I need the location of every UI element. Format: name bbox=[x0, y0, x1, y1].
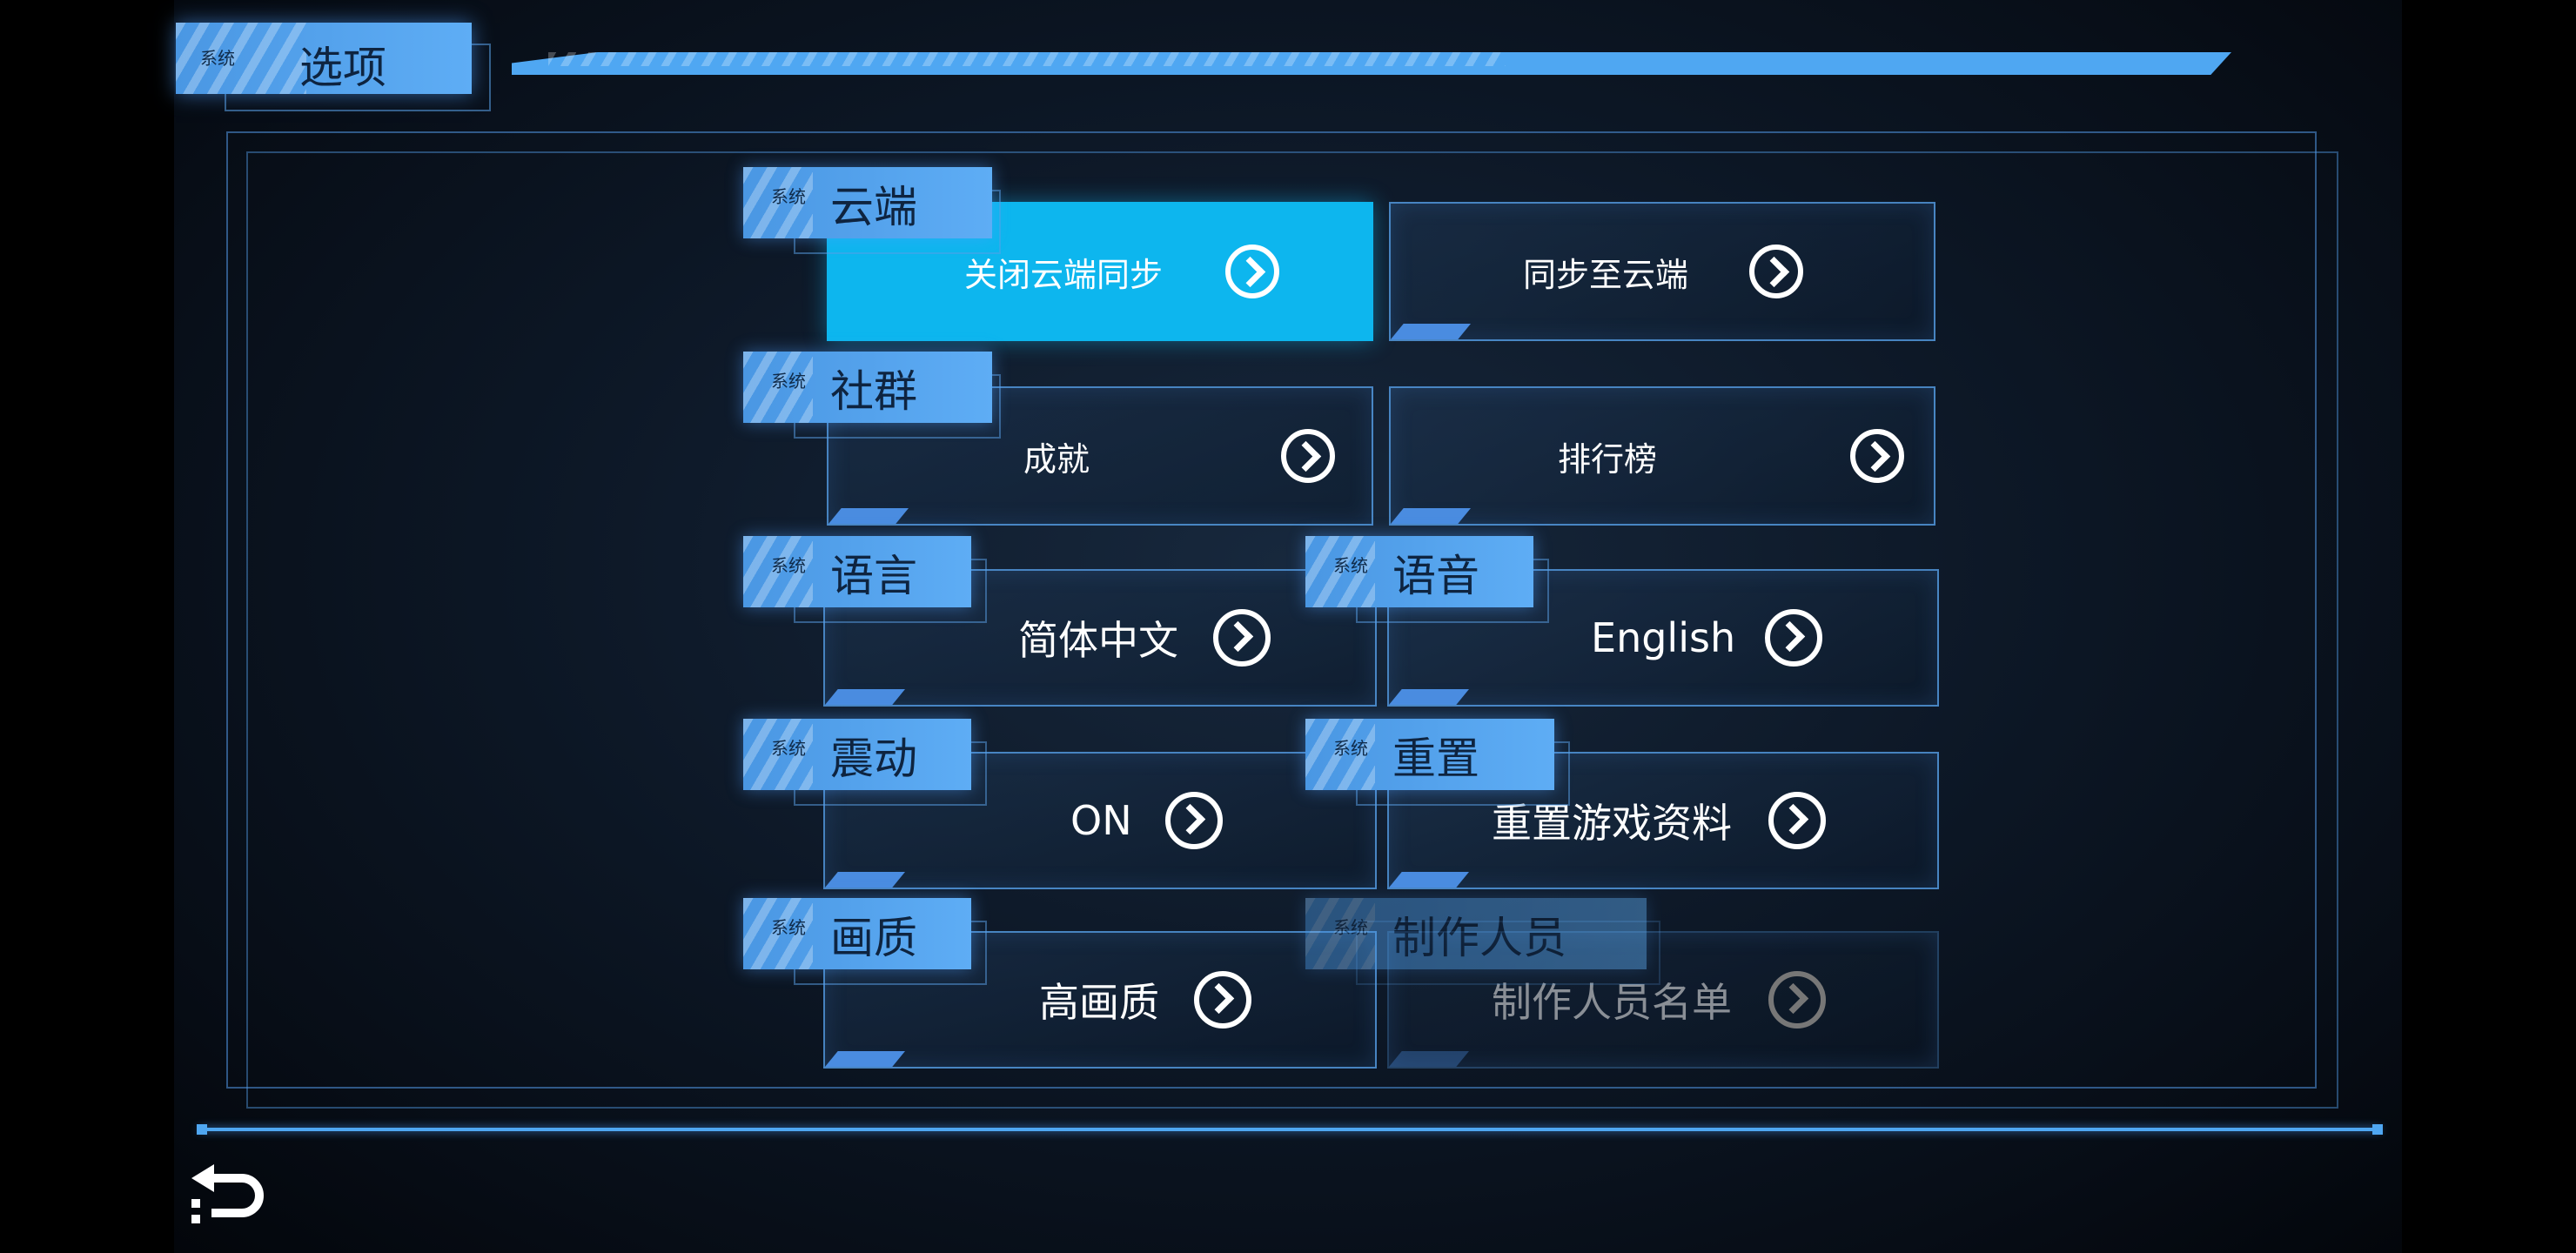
vibration-value: ON bbox=[1070, 797, 1132, 844]
section-tab-quality: 系统 画质 bbox=[743, 898, 971, 969]
section-title-language: 语言 bbox=[830, 551, 917, 601]
chevron-right-circle-icon bbox=[1768, 792, 1826, 849]
section-title-cloud: 云端 bbox=[830, 182, 917, 232]
section-tab-vibration: 系统 震动 bbox=[743, 719, 971, 790]
card-corner-accent bbox=[825, 1051, 905, 1067]
page-title-tab: 系统 选项 bbox=[176, 23, 472, 94]
page-title: 选项 bbox=[299, 43, 386, 93]
section-title-reset: 重置 bbox=[1392, 734, 1479, 784]
leaderboard-button[interactable]: 排行榜 bbox=[1389, 386, 1935, 526]
chevron-right-circle-icon bbox=[1194, 971, 1251, 1029]
card-corner-accent bbox=[828, 508, 909, 524]
section-small-label: 系统 bbox=[771, 917, 806, 938]
section-title-community: 社群 bbox=[830, 366, 917, 417]
section-title-quality: 画质 bbox=[830, 913, 917, 963]
title-stripes bbox=[176, 23, 306, 94]
section-tab-language: 系统 语言 bbox=[743, 536, 971, 607]
chevron-right-circle-icon bbox=[1213, 609, 1271, 667]
section-tab-voice: 系统 语音 bbox=[1305, 536, 1533, 607]
card-corner-accent bbox=[825, 872, 905, 888]
section-small-label: 系统 bbox=[771, 371, 806, 392]
section-small-label: 系统 bbox=[771, 186, 806, 207]
section-title-voice: 语音 bbox=[1392, 551, 1479, 601]
section-tab-cloud: 系统 云端 bbox=[743, 167, 992, 238]
sync-to-cloud-button[interactable]: 同步至云端 bbox=[1389, 202, 1935, 341]
card-corner-accent bbox=[1389, 1051, 1469, 1067]
close-cloud-sync-label: 关闭云端同步 bbox=[964, 255, 1164, 294]
achievements-label: 成就 bbox=[1023, 439, 1090, 479]
card-corner-accent bbox=[1391, 508, 1471, 524]
chevron-right-circle-icon bbox=[1768, 971, 1826, 1029]
chevron-right-circle-icon bbox=[1765, 609, 1823, 667]
leaderboard-label: 排行榜 bbox=[1558, 439, 1658, 479]
card-corner-accent bbox=[825, 689, 905, 705]
section-small-label: 系统 bbox=[771, 555, 806, 576]
back-arrow-icon bbox=[191, 1164, 264, 1223]
section-small-label: 系统 bbox=[771, 738, 806, 759]
footer-line bbox=[197, 1124, 2383, 1135]
section-title-credits: 制作人员 bbox=[1392, 913, 1566, 963]
section-small-label: 系统 bbox=[1333, 555, 1368, 576]
card-corner-accent bbox=[1389, 872, 1469, 888]
quality-value: 高画质 bbox=[1039, 979, 1159, 1026]
card-corner-accent bbox=[1391, 324, 1471, 339]
section-small-label: 系统 bbox=[1333, 917, 1368, 938]
chevron-right-circle-icon bbox=[1281, 429, 1336, 483]
title-small-label: 系统 bbox=[200, 48, 235, 69]
sync-to-cloud-label: 同步至云端 bbox=[1523, 255, 1689, 294]
section-tab-credits: 系统 制作人员 bbox=[1305, 898, 1647, 969]
chevron-right-circle-icon bbox=[1850, 429, 1905, 483]
language-value: 简体中文 bbox=[1018, 617, 1178, 664]
chevron-right-circle-icon bbox=[1749, 245, 1804, 298]
card-corner-accent bbox=[1389, 689, 1469, 705]
section-small-label: 系统 bbox=[1333, 738, 1368, 759]
chevron-right-circle-icon bbox=[1164, 792, 1223, 849]
header-bar-stripes bbox=[548, 52, 1506, 66]
chevron-right-circle-icon bbox=[1225, 245, 1280, 298]
section-tab-community: 系统 社群 bbox=[743, 352, 992, 423]
back-button[interactable] bbox=[188, 1159, 268, 1230]
voice-value: English bbox=[1591, 614, 1736, 661]
section-title-vibration: 震动 bbox=[830, 734, 917, 784]
section-tab-reset: 系统 重置 bbox=[1305, 719, 1554, 790]
